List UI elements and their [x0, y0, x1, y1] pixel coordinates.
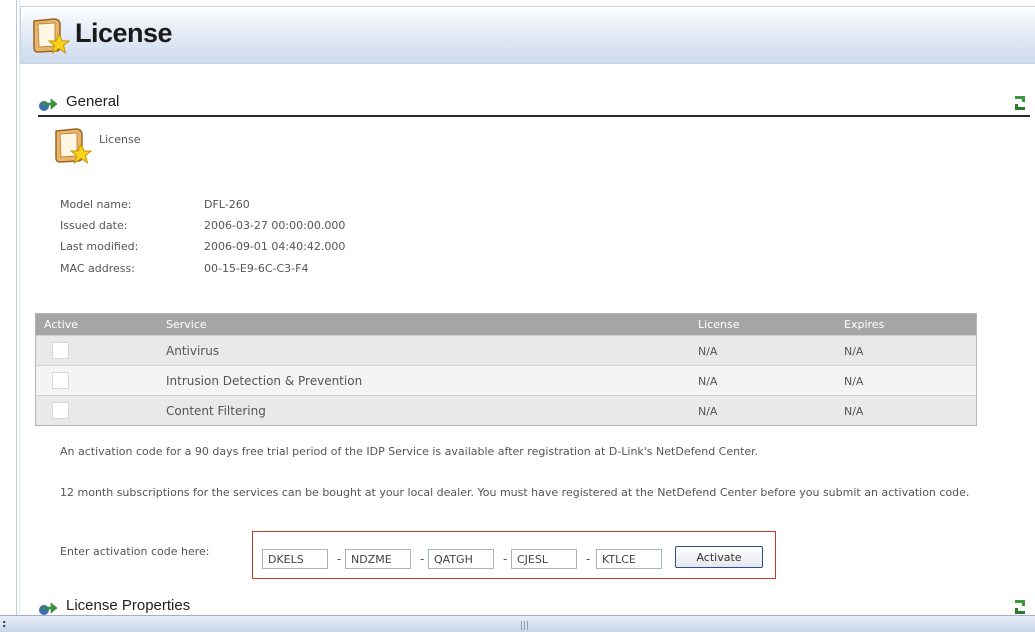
activate-button[interactable]: Activate — [675, 546, 763, 568]
column-header-service[interactable]: Service — [166, 318, 207, 331]
page-title: License — [75, 18, 173, 48]
general-divider — [38, 115, 1030, 117]
subscription-note: 12 month subscriptions for the services … — [60, 486, 970, 499]
table-row: Content Filtering N/A N/A — [36, 395, 976, 425]
table-row: Intrusion Detection & Prevention N/A N/A — [36, 365, 976, 395]
info-key: Issued date: — [60, 219, 128, 232]
section-arrow-icon — [39, 602, 58, 615]
frame-left-border — [16, 0, 17, 615]
expires-value: N/A — [844, 405, 864, 418]
activation-label: Enter activation code here: — [60, 545, 210, 558]
license-value: N/A — [698, 375, 718, 388]
activation-code-field-3[interactable] — [428, 549, 494, 569]
license-certificate-icon — [33, 18, 70, 55]
active-checkbox[interactable] — [52, 342, 69, 359]
expires-value: N/A — [844, 345, 864, 358]
service-name: Antivirus — [166, 344, 220, 358]
activation-code-field-2[interactable] — [345, 549, 411, 569]
expires-value: N/A — [844, 375, 864, 388]
code-separator: - — [420, 552, 425, 566]
column-header-expires[interactable]: Expires — [844, 318, 884, 331]
refresh-icon[interactable] — [1012, 94, 1028, 112]
general-section-header[interactable]: General — [38, 92, 1030, 114]
info-value: DFL-260 — [204, 198, 250, 211]
frame-left-border-inner — [19, 0, 20, 615]
column-header-license[interactable]: License — [698, 318, 739, 331]
license-caption: License — [99, 133, 141, 146]
scroll-thumb-grip[interactable]: ||| — [520, 621, 529, 631]
service-name: Intrusion Detection & Prevention — [166, 374, 363, 388]
license-value: N/A — [698, 405, 718, 418]
table-row: Antivirus N/A N/A — [36, 335, 976, 365]
section-arrow-icon — [39, 98, 58, 111]
trial-note: An activation code for a 90 days free tr… — [60, 445, 759, 458]
license-certificate-icon — [55, 128, 92, 165]
table-header: Active Service License Expires — [36, 314, 976, 335]
code-separator: - — [503, 552, 508, 566]
code-separator: - — [337, 552, 342, 566]
info-value: 2006-03-27 00:00:00.000 — [204, 219, 346, 232]
column-header-active[interactable]: Active — [44, 318, 78, 331]
license-value: N/A — [698, 345, 718, 358]
general-heading: General — [66, 93, 120, 110]
info-key: Last modified: — [60, 240, 139, 253]
page-header: License — [20, 6, 1035, 64]
info-value: 2006-09-01 04:40:42.000 — [204, 240, 346, 253]
active-checkbox[interactable] — [52, 372, 69, 389]
license-properties-heading: License Properties — [66, 597, 191, 614]
services-table: Active Service License Expires Antivirus… — [35, 313, 977, 426]
activation-code-field-4[interactable] — [511, 549, 577, 569]
code-separator: - — [586, 552, 591, 566]
scroll-grip-left: : — [2, 617, 7, 630]
service-name: Content Filtering — [166, 404, 266, 418]
active-checkbox[interactable] — [52, 402, 69, 419]
info-key: Model name: — [60, 198, 132, 211]
activation-code-field-5[interactable] — [596, 549, 662, 569]
horizontal-scrollbar[interactable]: : ||| — [0, 615, 1035, 632]
activation-code-field-1[interactable] — [262, 549, 328, 569]
info-key: MAC address: — [60, 262, 135, 275]
refresh-icon[interactable] — [1012, 598, 1028, 616]
info-value: 00-15-E9-6C-C3-F4 — [204, 262, 309, 275]
